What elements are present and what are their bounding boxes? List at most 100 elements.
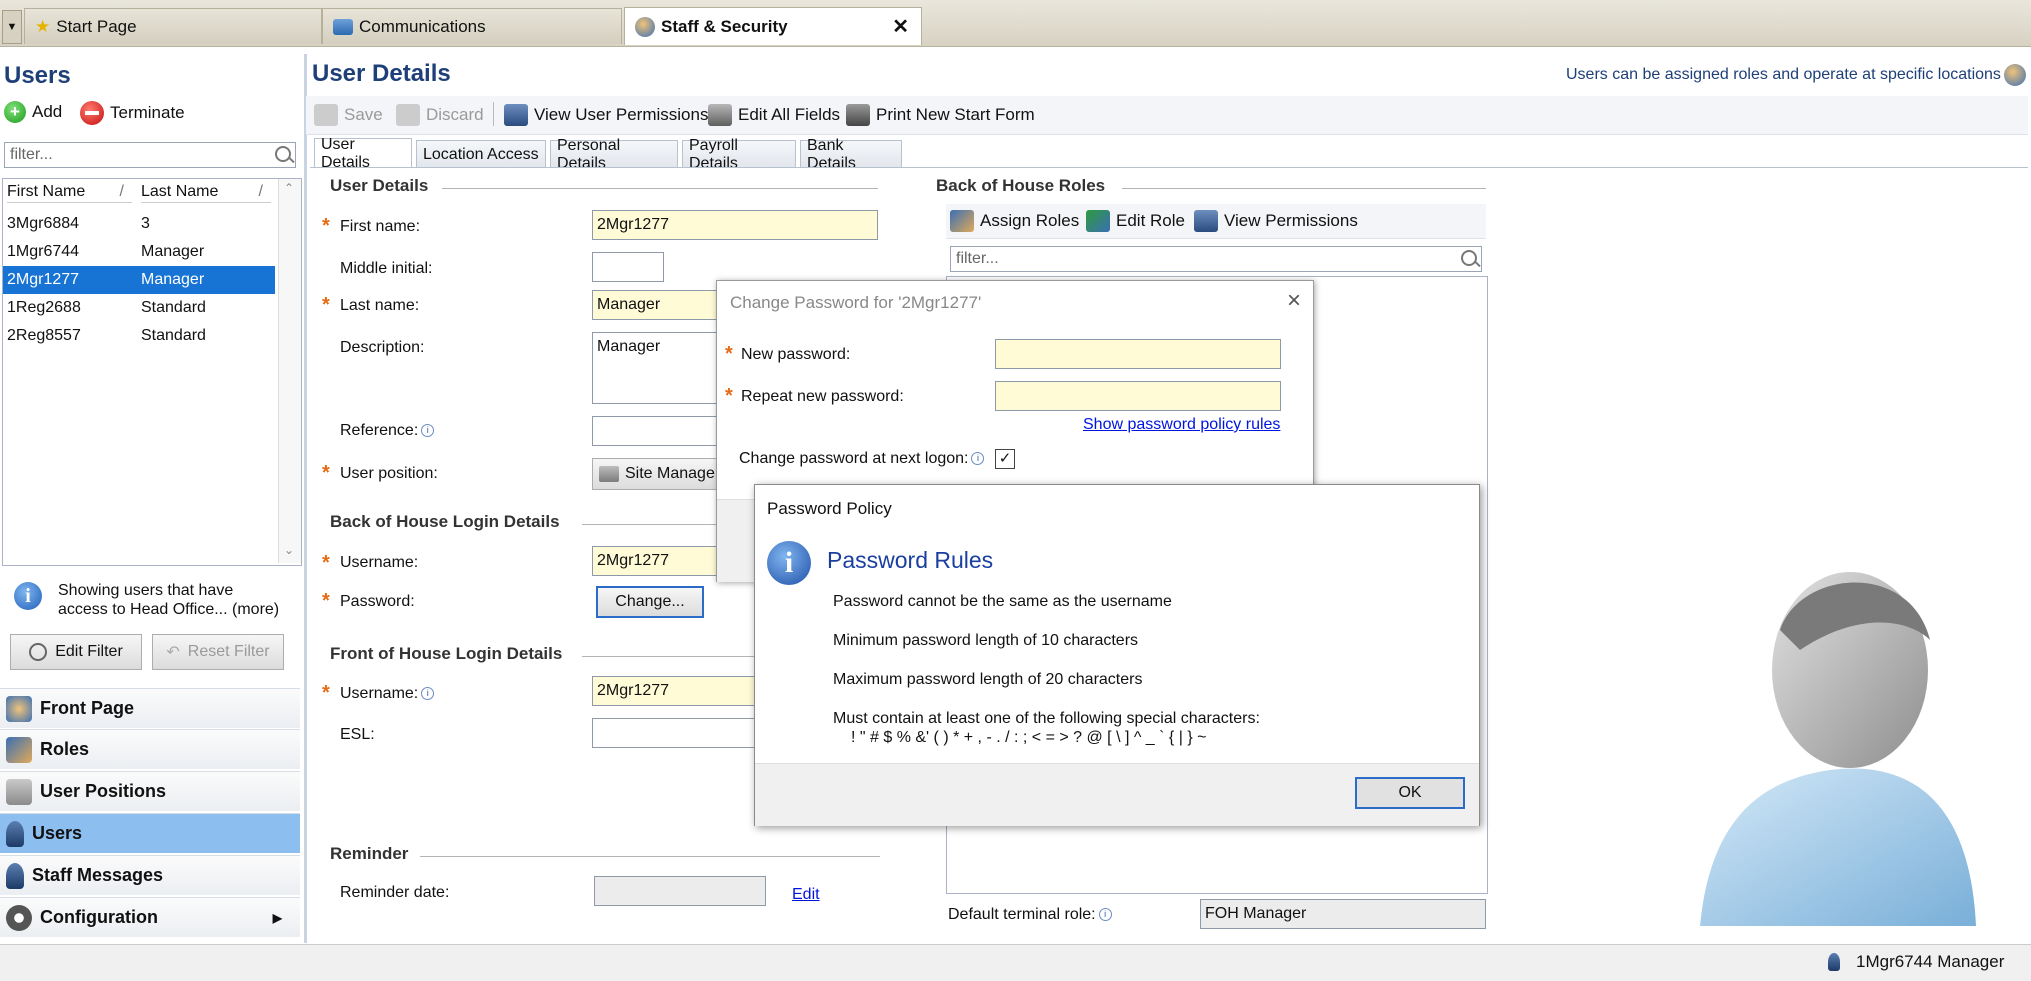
table-row[interactable]: 2Reg8557 Standard [3, 322, 275, 350]
user-positions-icon [6, 778, 32, 805]
required-marker: * [322, 590, 330, 612]
filter-placeholder: filter... [10, 146, 53, 163]
save-button[interactable]: Save [314, 100, 383, 130]
terminate-button[interactable]: Terminate [80, 101, 185, 125]
first-name-field[interactable]: 2Mgr1277 [592, 210, 878, 240]
required-marker: * [322, 294, 330, 316]
new-password-field[interactable] [995, 339, 1281, 369]
required-marker: * [322, 552, 330, 574]
reference-label: Reference: i [340, 422, 435, 440]
table-row-selected[interactable]: 2Mgr1277 Manager [3, 266, 275, 294]
tab-user-details[interactable]: User Details [314, 136, 412, 171]
chevron-right-icon: ▶ [272, 910, 282, 925]
info-icon[interactable]: i [971, 452, 985, 466]
nav-user-positions[interactable]: User Positions [0, 771, 300, 811]
info-icon: i [767, 541, 811, 585]
filter-summary[interactable]: Showing users that have access to Head O… [58, 581, 279, 619]
scroll-down-icon[interactable]: ⌄ [284, 543, 294, 557]
tab-location-access[interactable]: Location Access [416, 140, 546, 168]
add-icon: + [4, 101, 26, 123]
tab-communications[interactable]: Communications [322, 8, 622, 44]
edit-icon [708, 104, 732, 126]
change-next-logon-checkbox[interactable]: ✓ [995, 449, 1015, 469]
tab-personal-details[interactable]: Personal Details [550, 137, 678, 172]
nav-configuration[interactable]: Configuration ▶ [0, 897, 300, 937]
users-grid: First Name / Last Name / 3Mgr6884 3 1Mgr674… [2, 178, 302, 566]
assign-roles-button[interactable]: Assign Roles [950, 206, 1079, 236]
policy-rule: Password cannot be the same as the usern… [833, 593, 1172, 610]
change-next-logon-label: Change password at next logon: i [739, 450, 985, 468]
close-tab-icon[interactable]: ✕ [892, 14, 909, 39]
add-button[interactable]: + Add [4, 101, 62, 123]
last-name-cell: Manager [141, 243, 205, 260]
table-row[interactable]: 3Mgr6884 3 [3, 210, 275, 238]
grid-scrollbar[interactable]: ⌃ ⌄ [278, 179, 301, 563]
section-divider [1122, 188, 1486, 189]
edit-role-button[interactable]: Edit Role [1086, 206, 1185, 236]
middle-initial-field[interactable] [592, 252, 664, 282]
first-name-label: First name: [340, 218, 421, 235]
print-new-start-form-button[interactable]: Print New Start Form [846, 100, 1035, 130]
nav-label: Users [32, 823, 83, 843]
view-user-permissions-button[interactable]: View User Permissions [504, 100, 708, 130]
reset-filter-button[interactable]: ↶ Reset Filter [152, 634, 284, 670]
edit-role-label: Edit Role [1116, 211, 1185, 230]
reminder-date-field[interactable] [594, 876, 766, 906]
edit-role-icon [1086, 210, 1110, 232]
filter-summary-line: access to Head Office... (more) [58, 601, 280, 618]
tab-label: Staff & Security [661, 16, 788, 36]
nav-staff-messages[interactable]: Staff Messages [0, 855, 300, 895]
new-password-label: New password: [741, 346, 851, 363]
nav-users[interactable]: Users [0, 813, 300, 853]
filter-summary-line: Showing users that have [58, 582, 234, 599]
discard-label: Discard [426, 105, 484, 124]
show-password-policy-link[interactable]: Show password policy rules [1083, 416, 1280, 434]
required-marker: * [322, 462, 330, 484]
printer-icon [846, 104, 870, 126]
nav-roles[interactable]: Roles [0, 729, 300, 769]
policy-rule: Must contain at least one of the followi… [833, 710, 1260, 727]
esl-label: ESL: [340, 726, 375, 743]
edit-all-fields-button[interactable]: Edit All Fields [708, 100, 840, 130]
column-header-last-name[interactable]: Last Name / [141, 179, 271, 203]
tab-bank-details[interactable]: Bank Details [800, 137, 902, 172]
ok-button[interactable]: OK [1355, 777, 1465, 809]
repeat-password-field[interactable] [995, 381, 1281, 411]
tab-label: Communications [359, 16, 486, 36]
default-terminal-role-field[interactable]: FOH Manager [1200, 899, 1486, 929]
column-header-first-name[interactable]: First Name / [7, 179, 132, 203]
users-filter-input[interactable]: filter... [4, 142, 296, 168]
save-label: Save [344, 105, 383, 124]
tab-list-dropdown[interactable]: ▼ [2, 10, 22, 44]
tab-payroll-details[interactable]: Payroll Details [682, 137, 796, 172]
scroll-up-icon[interactable]: ⌃ [284, 181, 294, 195]
info-icon[interactable]: i [421, 687, 435, 701]
view-permissions-button[interactable]: View Permissions [1194, 206, 1358, 236]
boh-roles-heading: Back of House Roles [936, 176, 1106, 195]
special-characters: ! " # $ % &' ( ) * + , - . / : ; < = > ?… [851, 729, 1207, 746]
page-hint: Users can be assigned roles and operate … [1566, 66, 2001, 83]
tab-label: Start Page [56, 16, 137, 36]
table-row[interactable]: 1Reg2688 Standard [3, 294, 275, 322]
close-icon[interactable]: × [1287, 287, 1301, 315]
first-name-cell: 3Mgr6884 [7, 215, 80, 232]
discard-button[interactable]: Discard [396, 100, 484, 130]
middle-initial-label: Middle initial: [340, 260, 433, 277]
info-icon[interactable]: i [1098, 908, 1112, 922]
tab-staff-security[interactable]: Staff & Security ✕ [624, 7, 922, 45]
info-icon[interactable]: i [421, 424, 435, 438]
permissions-icon [1194, 210, 1218, 232]
reminder-edit-link[interactable]: Edit [792, 886, 820, 904]
user-details-heading: User Details [330, 176, 429, 195]
tab-start-page[interactable]: ★ Start Page [24, 8, 322, 44]
table-row[interactable]: 1Mgr6744 Manager [3, 238, 275, 266]
user-permissions-icon [504, 104, 528, 126]
change-password-button[interactable]: Change... [596, 586, 704, 618]
toolbar-divider [493, 102, 494, 126]
user-position-label: User position: [340, 465, 438, 482]
boh-username-label: Username: [340, 554, 419, 571]
roles-filter-input[interactable]: filter... [950, 246, 1482, 272]
search-icon [1461, 250, 1477, 266]
nav-front-page[interactable]: Front Page [0, 688, 300, 728]
edit-filter-button[interactable]: Edit Filter [10, 634, 142, 670]
